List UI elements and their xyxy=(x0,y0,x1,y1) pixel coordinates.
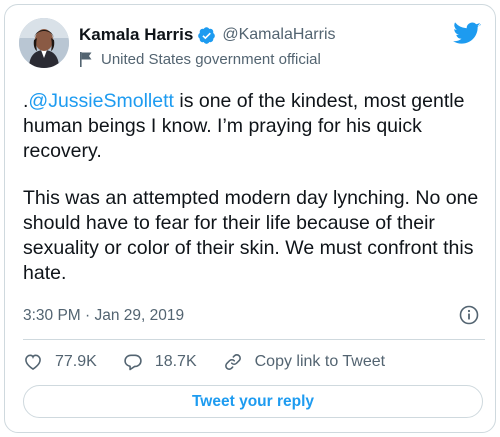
tweet-meta: 3:30 PM · Jan 29, 2019 xyxy=(23,305,485,327)
government-flag-icon xyxy=(79,51,93,67)
tweet-card: Kamala Harris @KamalaHarris United State… xyxy=(4,4,496,433)
copy-link-label: Copy link to Tweet xyxy=(254,353,386,370)
name-row: Kamala Harris @KamalaHarris xyxy=(79,24,336,46)
reply-action[interactable]: 18.7K xyxy=(123,352,197,372)
twitter-bird-icon[interactable] xyxy=(453,22,481,46)
avatar[interactable] xyxy=(19,18,69,68)
reply-count: 18.7K xyxy=(154,353,197,370)
action-bar: 77.9K 18.7K Copy link to Tweet xyxy=(23,350,485,374)
verified-badge-icon xyxy=(197,26,216,45)
handle[interactable]: @KamalaHarris xyxy=(222,26,335,44)
display-name[interactable]: Kamala Harris xyxy=(79,25,193,45)
account-label-row: United States government official xyxy=(79,49,321,69)
copy-link-action[interactable]: Copy link to Tweet xyxy=(223,352,385,372)
tweet-paragraph-1: .@JussieSmollett is one of the kindest, … xyxy=(23,89,485,164)
reply-bubble-icon xyxy=(124,354,142,371)
tweet-header: Kamala Harris @KamalaHarris United State… xyxy=(19,18,483,74)
avatar-image xyxy=(19,18,69,68)
tweet-paragraph-2: This was an attempted modern day lynchin… xyxy=(23,187,479,284)
tweet-text: .@JussieSmollett is one of the kindest, … xyxy=(23,89,485,286)
like-action[interactable]: 77.9K xyxy=(23,352,97,372)
government-label: United States government official xyxy=(101,50,321,68)
heart-icon xyxy=(25,354,41,371)
like-count: 77.9K xyxy=(55,353,97,370)
tweet-your-reply-button[interactable]: Tweet your reply xyxy=(23,385,483,418)
divider xyxy=(23,339,485,340)
info-icon[interactable] xyxy=(459,305,479,325)
link-icon xyxy=(224,354,241,370)
mention-link[interactable]: @JussieSmollett xyxy=(28,90,174,112)
timestamp[interactable]: 3:30 PM · Jan 29, 2019 xyxy=(23,307,184,325)
